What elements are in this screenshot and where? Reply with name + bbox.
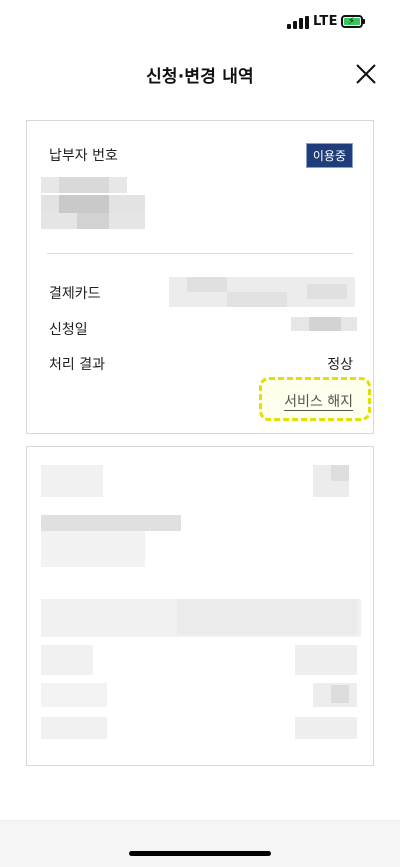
process-result-label: 처리 결과 xyxy=(49,357,105,373)
history-card-redacted xyxy=(26,446,374,766)
process-result-value: 정상 xyxy=(327,357,353,373)
status-badge: 이용중 xyxy=(305,143,353,168)
cancel-service-button[interactable]: 서비스 해지 xyxy=(284,391,353,411)
subscription-card: 납부자 번호 이용중 결제카드 신청일 처리 결과 정상 서비스 해지 xyxy=(26,120,374,434)
payer-number-label: 납부자 번호 xyxy=(49,148,118,164)
status-bar: LTE ⚡ xyxy=(0,0,400,46)
battery-charging-icon: ⚡ xyxy=(341,15,365,28)
header: 신청·변경 내역 xyxy=(0,46,400,102)
bottom-band xyxy=(0,820,400,867)
home-indicator[interactable] xyxy=(129,851,271,856)
payment-card-label: 결제카드 xyxy=(49,286,101,302)
apply-date-label: 신청일 xyxy=(49,322,88,338)
close-button[interactable] xyxy=(354,62,378,86)
network-type: LTE xyxy=(313,14,338,29)
close-icon xyxy=(356,64,376,84)
divider xyxy=(47,253,353,254)
page-title: 신청·변경 내역 xyxy=(146,67,254,87)
cellular-signal-icon xyxy=(287,16,309,29)
